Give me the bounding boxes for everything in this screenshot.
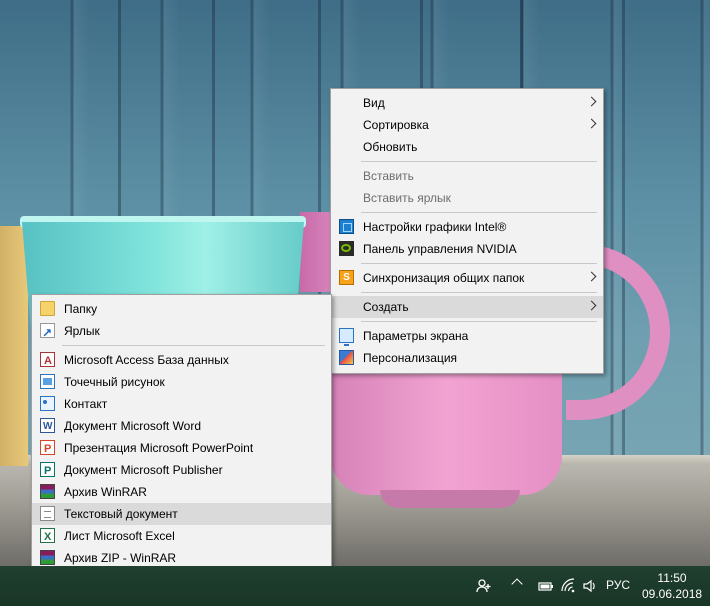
- submenu-item-winrar[interactable]: Архив WinRAR: [32, 481, 331, 503]
- menu-item-view[interactable]: Вид: [331, 92, 603, 114]
- taskbar: РУС 11:50 09.06.2018: [0, 566, 710, 606]
- clock-date: 09.06.2018: [642, 587, 703, 601]
- intel-graphics-icon: [339, 219, 354, 234]
- menu-item-sync-folders[interactable]: S Синхронизация общих папок: [331, 267, 603, 289]
- sync-folders-icon: S: [339, 270, 354, 285]
- submenu-item-access-db[interactable]: Microsoft Access База данных: [32, 349, 331, 372]
- word-icon: [40, 416, 55, 438]
- menu-item-personalization[interactable]: Персонализация: [331, 347, 603, 369]
- submenu-item-word-doc[interactable]: Документ Microsoft Word: [32, 415, 331, 438]
- winrar-icon: [40, 484, 55, 499]
- access-icon: [40, 350, 55, 372]
- clock[interactable]: 11:50 09.06.2018: [642, 570, 702, 602]
- wifi-icon[interactable]: [560, 578, 576, 594]
- excel-icon: [40, 526, 55, 548]
- menu-separator: [361, 321, 597, 322]
- menu-separator: [62, 345, 325, 346]
- submenu-item-bitmap[interactable]: Точечный рисунок: [32, 371, 331, 393]
- bitmap-icon: [40, 374, 55, 389]
- folder-icon: [40, 301, 55, 316]
- menu-item-refresh[interactable]: Обновить: [331, 136, 603, 158]
- people-icon[interactable]: [476, 578, 492, 594]
- menu-item-sort[interactable]: Сортировка: [331, 114, 603, 136]
- personalization-icon: [339, 350, 354, 365]
- nvidia-icon: [339, 241, 354, 256]
- menu-item-create[interactable]: Создать: [331, 296, 603, 318]
- create-submenu: Папку Ярлык Microsoft Access База данных…: [31, 294, 332, 572]
- menu-separator: [361, 292, 597, 293]
- submenu-item-folder[interactable]: Папку: [32, 298, 331, 320]
- display-settings-icon: [339, 328, 354, 346]
- battery-icon[interactable]: [538, 578, 554, 594]
- submenu-item-text-document[interactable]: Текстовый документ: [32, 503, 331, 525]
- menu-item-display-settings[interactable]: Параметры экрана: [331, 325, 603, 347]
- language-indicator[interactable]: РУС: [606, 578, 630, 592]
- volume-icon[interactable]: [582, 578, 598, 594]
- menu-item-nvidia-panel[interactable]: Панель управления NVIDIA: [331, 238, 603, 260]
- submenu-item-powerpoint[interactable]: Презентация Microsoft PowerPoint: [32, 437, 331, 460]
- desktop-context-menu: Вид Сортировка Обновить Вставить Вставит…: [330, 88, 604, 374]
- zip-icon: [40, 550, 55, 565]
- menu-separator: [361, 263, 597, 264]
- chevron-right-icon: [586, 271, 597, 282]
- menu-separator: [361, 212, 597, 213]
- chevron-right-icon: [586, 300, 597, 311]
- text-document-icon: [40, 506, 55, 521]
- menu-separator: [361, 161, 597, 162]
- menu-item-paste-shortcut[interactable]: Вставить ярлык: [331, 187, 603, 209]
- menu-item-intel-graphics[interactable]: Настройки графики Intel®: [331, 216, 603, 238]
- submenu-item-shortcut[interactable]: Ярлык: [32, 320, 331, 344]
- shortcut-icon: [40, 322, 55, 344]
- chevron-right-icon: [586, 96, 597, 107]
- chevron-right-icon: [586, 118, 597, 129]
- submenu-item-contact[interactable]: Контакт: [32, 393, 331, 415]
- contact-icon: [40, 396, 55, 411]
- menu-item-paste[interactable]: Вставить: [331, 165, 603, 187]
- submenu-item-excel[interactable]: Лист Microsoft Excel: [32, 525, 331, 548]
- chevron-up-icon[interactable]: [511, 578, 523, 590]
- powerpoint-icon: [40, 438, 55, 460]
- submenu-item-publisher[interactable]: Документ Microsoft Publisher: [32, 459, 331, 482]
- publisher-icon: [40, 460, 55, 482]
- clock-time: 11:50: [657, 571, 687, 585]
